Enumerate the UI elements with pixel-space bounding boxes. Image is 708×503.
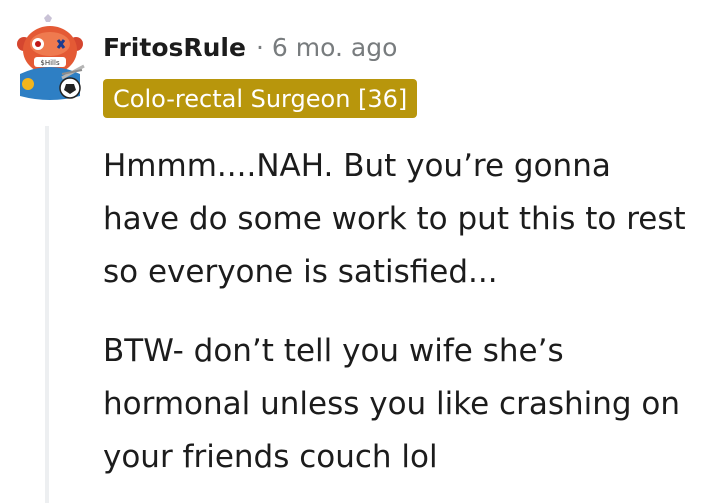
separator-dot: · (255, 32, 264, 62)
comment-body: Hmmm....NAH. But you’re gonna have do so… (103, 140, 693, 484)
avatar-badge-text: $Hills (40, 59, 60, 67)
user-flair-badge: Colo-rectal Surgeon [36] (103, 79, 418, 118)
username-link[interactable]: FritosRule (103, 33, 246, 62)
timestamp-link[interactable]: 6 mo. ago (272, 33, 397, 62)
comment-paragraph: Hmmm....NAH. But you’re gonna have do so… (103, 148, 686, 290)
thread-line[interactable] (45, 126, 49, 503)
comment-header: FritosRule · 6 mo. ago (103, 29, 397, 65)
comment-paragraph: BTW- don’t tell you wife she’s hormonal … (103, 333, 681, 475)
user-avatar-icon[interactable]: $Hills (10, 14, 90, 102)
comment: $Hills FritosRule · 6 mo. ago Colo-recta… (0, 0, 708, 503)
user-flair-text: Colo-rectal Surgeon [36] (113, 84, 408, 113)
